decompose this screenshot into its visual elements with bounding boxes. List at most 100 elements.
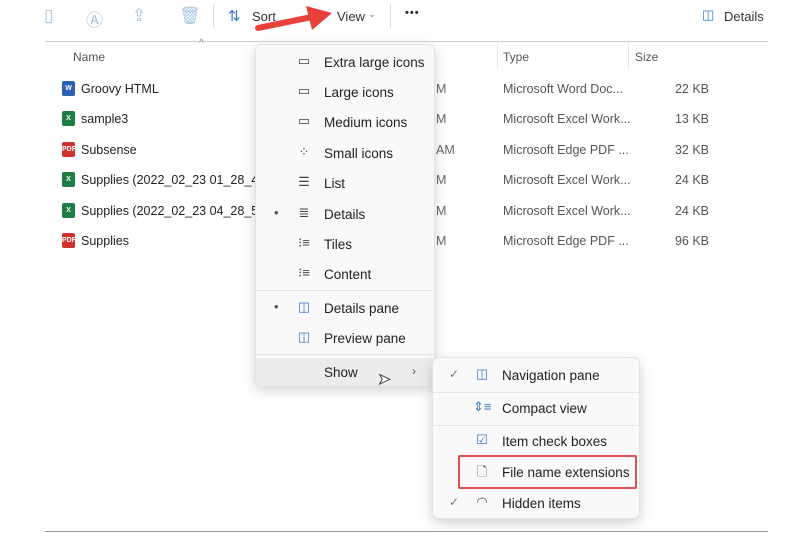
submenu-item-hidden-items[interactable]: ✓ ◠ Hidden items: [433, 488, 639, 518]
menu-item-label: Large icons: [324, 85, 394, 100]
compact-icon: ⇕≡: [473, 399, 492, 414]
chevron-down-icon: ⌄: [368, 9, 376, 19]
menu-item-extra-large-icons[interactable]: ▭ Extra large icons: [256, 47, 434, 77]
toolbar-separator: [45, 41, 768, 42]
column-header-name[interactable]: Name: [73, 50, 105, 64]
checkmark-icon: ✓: [449, 495, 460, 509]
menu-item-large-icons[interactable]: ▭ Large icons: [256, 77, 434, 107]
menu-item-label: Show: [324, 365, 358, 380]
file-type: Microsoft Excel Work...: [503, 173, 631, 188]
selected-bullet-icon: •: [274, 299, 279, 314]
annotation-arrow: [255, 6, 332, 31]
monitor-icon: ▭: [297, 113, 311, 128]
menu-item-details[interactable]: • ≣ Details: [256, 199, 434, 229]
file-name: Supplies (2022_02_23 01_28_45 U: [81, 173, 278, 188]
file-size: 24 KB: [674, 203, 709, 218]
pane-icon: ◫: [475, 366, 489, 381]
menu-item-details-pane[interactable]: • ◫ Details pane: [256, 293, 434, 323]
view-menu: Show › ➤ ▭ Extra large icons ▭ Large icon…: [255, 44, 435, 389]
excel-file-icon: X: [62, 172, 75, 188]
file-date: M: [436, 82, 447, 96]
file-type: Microsoft Edge PDF ...: [503, 234, 629, 248]
menu-separator: [256, 290, 434, 291]
file-name: Supplies (2022_02_23 04_28_54 U: [81, 203, 278, 218]
column-divider[interactable]: [628, 44, 629, 68]
excel-file-icon: X: [62, 111, 75, 127]
pdf-file-icon: PDF: [62, 233, 76, 248]
column-header-size[interactable]: Size: [635, 50, 658, 64]
details-icon: ≣: [298, 205, 310, 220]
selected-bullet-icon: •: [274, 205, 279, 220]
menu-item-small-icons[interactable]: ⁘ Small icons: [256, 138, 434, 168]
excel-file-icon: X: [62, 202, 75, 218]
file-type: Microsoft Edge PDF ...: [503, 142, 629, 157]
menu-item-content[interactable]: ⁝≡ Content: [256, 259, 434, 289]
copy-icon[interactable]: ▯: [44, 6, 53, 26]
column-header-type[interactable]: Type: [503, 50, 529, 64]
monitor-icon: ▭: [297, 53, 311, 68]
toolbar-divider: [213, 4, 214, 28]
menu-item-label: Small icons: [324, 146, 394, 161]
menu-item-label: Navigation pane: [502, 368, 600, 383]
file-date: M: [436, 173, 447, 188]
submenu-item-compact-view[interactable]: ⇕≡ Compact view: [433, 393, 639, 423]
pane-icon: ◫: [297, 329, 311, 344]
monitor-icon: ▭: [297, 83, 311, 98]
share-icon[interactable]: ⇪: [132, 6, 146, 26]
submenu-item-navigation-pane[interactable]: ✓ ◫ Navigation pane: [433, 360, 639, 390]
more-options-button[interactable]: •••: [405, 7, 420, 19]
eye-icon: ◠: [476, 494, 488, 509]
menu-item-show[interactable]: Show › ➤: [256, 358, 434, 389]
file-type: Microsoft Excel Work...: [503, 112, 631, 127]
details-label: Details: [724, 9, 764, 24]
menu-item-list[interactable]: ☰ List: [256, 168, 434, 198]
file-date: AM: [436, 142, 455, 157]
chevron-right-icon: ›: [412, 364, 416, 378]
menu-item-label: List: [324, 176, 346, 191]
menu-item-label: Preview pane: [324, 331, 406, 346]
content-icon: ⁝≡: [298, 265, 310, 280]
menu-item-label: Details: [324, 207, 366, 222]
menu-item-label: Hidden items: [502, 496, 581, 511]
file-name: Subsense: [81, 142, 137, 157]
file-name: Supplies: [81, 234, 129, 248]
file-size: 24 KB: [674, 173, 709, 188]
menu-item-label: Extra large icons: [324, 55, 425, 70]
delete-icon[interactable]: 🗑: [179, 6, 201, 26]
pane-icon: ◫: [297, 299, 311, 314]
menu-item-label: Medium icons: [324, 115, 408, 130]
rename-icon[interactable]: Ⓐ: [86, 6, 103, 31]
file-size: 13 KB: [674, 112, 709, 127]
column-divider[interactable]: [497, 44, 498, 68]
grid-icon: ⁘: [298, 144, 310, 159]
file-date: M: [436, 234, 447, 248]
menu-item-label: Compact view: [502, 401, 587, 416]
view-label: View: [337, 9, 365, 24]
file-name: Groovy HTML: [81, 82, 159, 96]
file-size: 32 KB: [674, 142, 709, 157]
file-size: 96 KB: [674, 234, 709, 248]
pdf-file-icon: PDF: [62, 141, 76, 157]
file-date: M: [436, 203, 447, 218]
show-submenu: ✓ ◫ Navigation pane ⇕≡ Compact view ☑ Item …: [432, 357, 640, 519]
details-button[interactable]: ◫ Details: [700, 4, 764, 28]
menu-item-preview-pane[interactable]: ◫ Preview pane: [256, 323, 434, 353]
submenu-item-item-check-boxes[interactable]: ☑ Item check boxes: [433, 426, 639, 456]
sort-icon: ⇅: [228, 8, 241, 25]
toolbar-divider: [390, 4, 391, 28]
menu-item-label: Item check boxes: [502, 434, 608, 449]
details-pane-icon: ◫: [702, 7, 715, 22]
tiles-icon: ⁝≡: [298, 235, 310, 250]
list-icon: ☰: [298, 174, 310, 189]
menu-item-label: Tiles: [324, 237, 353, 252]
checkbox-icon: ☑: [476, 432, 488, 447]
file-date: M: [436, 112, 447, 127]
bottom-border: [45, 531, 768, 532]
menu-item-label: Details pane: [324, 301, 400, 316]
menu-item-tiles[interactable]: ⁝≡ Tiles: [256, 229, 434, 259]
file-name: sample3: [81, 112, 129, 127]
mouse-cursor-icon: ➤: [378, 371, 392, 389]
checkmark-icon: ✓: [449, 367, 460, 381]
word-file-icon: W: [62, 81, 75, 96]
menu-item-medium-icons[interactable]: ▭ Medium icons: [256, 107, 434, 137]
